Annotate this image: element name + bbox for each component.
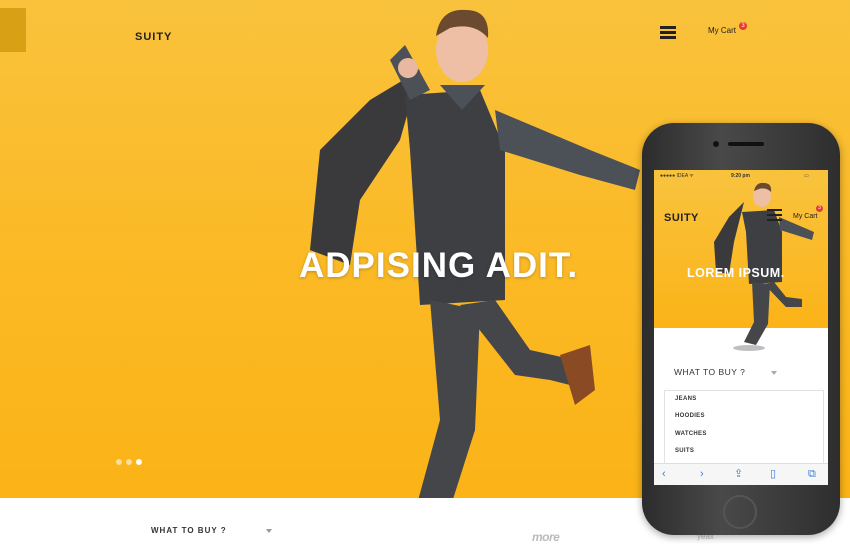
corner-decoration [0,8,26,52]
list-item-suits[interactable]: SUITS [675,448,694,454]
site-logo[interactable]: SUITY [135,31,172,43]
partner-logo: more [532,530,560,544]
my-cart-link[interactable]: My Cart [708,26,736,35]
phone-what-to-buy-dropdown[interactable]: WHAT TO BUY ? [674,367,745,377]
back-icon[interactable]: ‹ [662,468,666,480]
forward-icon[interactable]: › [700,468,704,480]
phone-hero-title: LOREM IPSUM. [687,266,785,280]
carousel-dot-active[interactable] [136,459,142,465]
carousel-dot[interactable] [671,328,677,334]
phone-hero: SUITY My Cart 3 LOREM IPSUM. [654,182,828,351]
carrier-label: ●●●●● IDEA ᯤ [660,173,694,179]
battery-icon: ▭ [804,173,809,179]
tabs-icon[interactable]: ⧉ [808,468,816,480]
phone-cart-count-badge: 3 [816,205,823,212]
list-item-hoodies[interactable]: HOODIES [675,413,705,419]
home-button[interactable] [723,495,757,529]
chevron-down-icon[interactable] [266,529,272,533]
phone-hamburger-menu-icon[interactable] [767,209,782,221]
hamburger-menu-icon[interactable] [660,26,676,39]
carousel-dot[interactable] [126,459,132,465]
list-item-jeans[interactable]: JEANS [675,396,697,402]
what-to-buy-dropdown[interactable]: WHAT TO BUY ? [151,526,227,535]
phone-my-cart-link[interactable]: My Cart [793,213,818,220]
phone-carousel-dots [671,328,697,334]
camera-icon [713,141,719,147]
carousel-dots [116,459,142,465]
phone-site-logo[interactable]: SUITY [664,212,699,224]
phone-screen: ●●●●● IDEA ᯤ 9:20 pm ▭ SUITY My Cart 3 L… [654,170,828,485]
cart-count-badge: 3 [739,22,747,30]
status-bar: ●●●●● IDEA ᯤ 9:20 pm ▭ [654,170,828,182]
chevron-down-icon[interactable] [771,371,777,375]
share-icon[interactable]: ⇪ [734,468,743,480]
carousel-dot-active[interactable] [681,328,687,334]
carousel-dot[interactable] [691,328,697,334]
browser-toolbar: ‹ › ⇪ ▯ ⧉ [654,463,828,485]
list-item-watches[interactable]: WATCHES [675,431,707,437]
bookmarks-icon[interactable]: ▯ [770,468,776,480]
hero-title: ADPISING ADIT. [299,246,579,285]
phone-mockup: ●●●●● IDEA ᯤ 9:20 pm ▭ SUITY My Cart 3 L… [642,123,840,535]
status-time: 9:20 pm [731,173,750,179]
phone-category-list: JEANS HOODIES WATCHES SUITS [664,390,824,463]
speaker-grille [728,142,764,146]
carousel-dot[interactable] [116,459,122,465]
